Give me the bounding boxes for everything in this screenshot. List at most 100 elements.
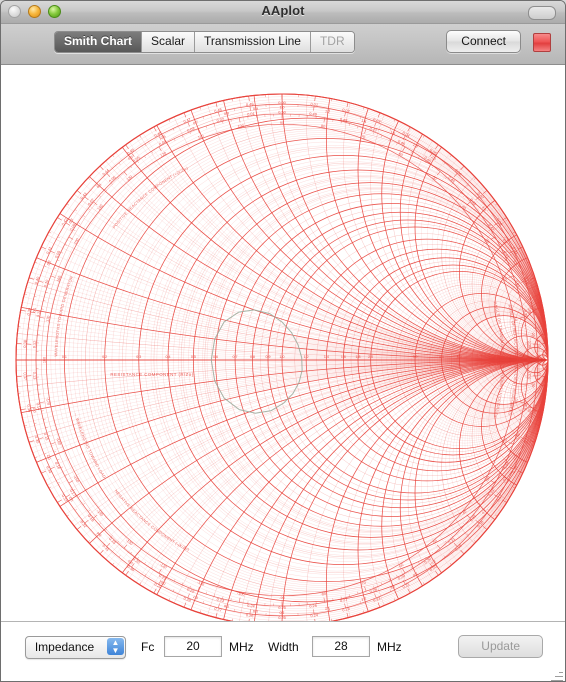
svg-text:0.35: 0.35 <box>34 435 41 444</box>
svg-text:0.9: 0.9 <box>253 609 258 614</box>
svg-text:0.50: 0.50 <box>278 109 286 114</box>
svg-text:-130: -130 <box>125 538 133 546</box>
svg-text:0.10: 0.10 <box>43 278 50 288</box>
update-button[interactable]: Update <box>458 635 543 658</box>
svg-text:180: 180 <box>43 357 47 363</box>
svg-text:70: 70 <box>360 134 365 139</box>
svg-text:-70: -70 <box>360 581 367 587</box>
svg-text:0.1: 0.1 <box>62 355 67 359</box>
svg-text:50: 50 <box>536 355 540 359</box>
connect-button[interactable]: Connect <box>446 30 521 53</box>
svg-text:-120: -120 <box>159 562 168 569</box>
svg-text:1.2: 1.2 <box>304 355 309 359</box>
svg-text:0.2: 0.2 <box>102 355 107 359</box>
fc-unit-label: MHz <box>229 640 254 654</box>
bottom-control-bar: Impedance ▲ ▼ Fc 20 MHz Width 28 MHz Upda… <box>1 621 565 681</box>
svg-text:5.0: 5.0 <box>457 355 462 359</box>
svg-text:20: 20 <box>502 276 507 281</box>
svg-text:0.00: 0.00 <box>278 100 286 105</box>
width-input[interactable]: 28 <box>312 636 370 657</box>
svg-text:0.49: 0.49 <box>309 111 317 117</box>
svg-text:170: 170 <box>46 315 51 322</box>
svg-text:110: 110 <box>197 134 204 140</box>
svg-text:1.0: 1.0 <box>280 355 285 359</box>
svg-text:0.7: 0.7 <box>233 355 238 359</box>
svg-text:140: 140 <box>97 204 104 211</box>
window-title: AAplot <box>261 3 305 18</box>
svg-text:-140: -140 <box>96 509 104 517</box>
svg-text:1.8: 1.8 <box>412 571 418 577</box>
svg-text:0.28: 0.28 <box>183 596 192 603</box>
svg-text:1.4: 1.4 <box>361 119 367 124</box>
svg-text:0.21: 0.21 <box>158 573 167 581</box>
svg-text:1.2: 1.2 <box>325 606 331 611</box>
toolbar-toggle-button[interactable] <box>528 6 556 20</box>
chevron-updown-icon: ▲ ▼ <box>107 638 124 655</box>
svg-text:1.8: 1.8 <box>356 355 361 359</box>
svg-text:0.46: 0.46 <box>397 139 406 147</box>
svg-text:0.38: 0.38 <box>527 340 532 348</box>
svg-text:120: 120 <box>160 151 167 158</box>
fc-input[interactable]: 20 <box>164 636 222 657</box>
svg-text:4.0: 4.0 <box>439 355 444 359</box>
svg-text:0.9: 0.9 <box>253 107 258 112</box>
width-label: Width <box>268 640 299 654</box>
svg-text:-100: -100 <box>237 592 245 597</box>
svg-text:20: 20 <box>531 333 535 337</box>
tab-transmission-line[interactable]: Transmission Line <box>195 32 311 52</box>
svg-text:0.22: 0.22 <box>186 587 195 594</box>
svg-text:0.27: 0.27 <box>214 606 223 613</box>
svg-text:0.48: 0.48 <box>214 107 223 114</box>
svg-text:0.1: 0.1 <box>32 407 37 413</box>
svg-text:1.6: 1.6 <box>389 584 395 590</box>
svg-text:RESISTANCE COMPONENT (R/Zo): RESISTANCE COMPONENT (R/Zo) <box>110 372 193 377</box>
svg-text:100: 100 <box>237 124 244 129</box>
svg-text:0.24: 0.24 <box>247 603 256 609</box>
svg-text:50: 50 <box>432 175 438 181</box>
svg-text:0.02: 0.02 <box>342 107 351 114</box>
svg-text:0.2: 0.2 <box>46 454 52 460</box>
svg-text:0.26: 0.26 <box>309 603 317 609</box>
title-bar[interactable]: AAplot <box>1 1 565 24</box>
svg-text:0.13: 0.13 <box>32 372 37 380</box>
svg-text:20: 20 <box>531 383 535 387</box>
svg-text:160: 160 <box>56 275 62 282</box>
svg-text:1.0: 1.0 <box>280 106 285 110</box>
svg-text:10: 10 <box>527 308 532 313</box>
svg-text:2.0: 2.0 <box>368 355 373 359</box>
svg-text:90: 90 <box>280 121 284 125</box>
smith-chart-canvas[interactable]: 0.00 0.01 0.02 0.03 0.04 0.05 0.06 0.07 0.08 0.09… <box>1 65 565 621</box>
mode-select-value: Impedance <box>34 640 95 654</box>
tab-scalar[interactable]: Scalar <box>142 32 196 52</box>
svg-text:0.8: 0.8 <box>250 355 255 359</box>
fc-label: Fc <box>141 640 155 654</box>
svg-text:0.40: 0.40 <box>33 275 40 285</box>
svg-text:1.0: 1.0 <box>280 610 285 614</box>
svg-text:1.2: 1.2 <box>325 109 331 114</box>
tab-smith-chart[interactable]: Smith Chart <box>55 32 143 52</box>
view-segmented-control[interactable]: Smith Chart Scalar Transmission Line TDR <box>54 31 355 53</box>
mode-select[interactable]: Impedance ▲ ▼ <box>25 636 126 659</box>
svg-text:40: 40 <box>461 205 467 211</box>
svg-text:0.12: 0.12 <box>32 340 37 348</box>
svg-text:1.4: 1.4 <box>324 355 329 359</box>
svg-text:0.48: 0.48 <box>339 116 348 123</box>
svg-text:0.6: 0.6 <box>213 355 218 359</box>
svg-text:0.37: 0.37 <box>526 372 531 380</box>
connection-status-indicator <box>533 33 551 52</box>
svg-text:0.28: 0.28 <box>369 587 378 594</box>
svg-text:0.23: 0.23 <box>216 597 225 604</box>
svg-text:0.9: 0.9 <box>266 355 271 359</box>
svg-text:3.0: 3.0 <box>413 355 418 359</box>
svg-text:0.09: 0.09 <box>54 250 62 259</box>
svg-text:0.6: 0.6 <box>160 134 166 140</box>
svg-text:-80: -80 <box>320 592 326 597</box>
svg-text:20: 20 <box>521 355 525 359</box>
svg-text:0.4: 0.4 <box>166 355 171 359</box>
svg-text:0.39: 0.39 <box>26 308 32 316</box>
resize-grip[interactable] <box>549 668 563 681</box>
svg-text:-90: -90 <box>279 596 285 600</box>
svg-text:10: 10 <box>527 408 532 413</box>
svg-text:0.43: 0.43 <box>79 191 88 200</box>
svg-text:-170: -170 <box>45 397 50 405</box>
